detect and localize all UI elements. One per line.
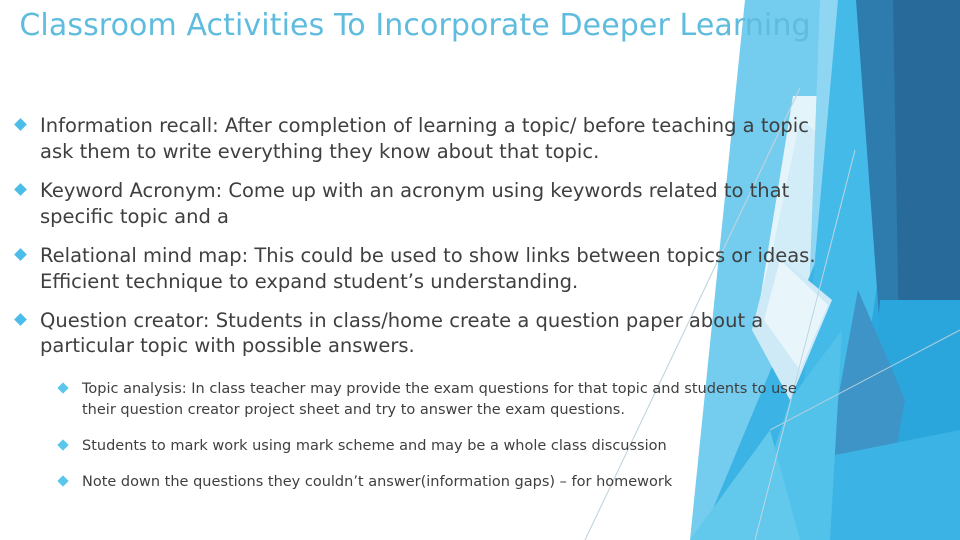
sub-bullet-item: Students to mark work using mark scheme … [56,436,834,457]
diamond-bullet-icon [57,474,69,487]
diamond-bullet-icon [14,247,27,261]
diamond-bullet-icon [57,382,69,395]
bullet-text: Question creator: Students in class/home… [40,308,764,358]
decor-shape-mid-blue-facet [862,300,960,540]
sub-bullet-item: Topic analysis: In class teacher may pro… [56,379,834,420]
decor-shape-deep-blue-triangle [856,0,960,470]
slide-body: Information recall: After completion of … [14,113,834,507]
sub-bullet-list: Topic analysis: In class teacher may pro… [14,379,834,492]
bullet-item: Relational mind map: This could be used … [14,243,834,295]
bullet-text: Keyword Acronym: Come up with an acronym… [40,178,790,228]
bullet-item: Question creator: Students in class/home… [14,308,834,360]
decor-shape-deep-blue-triangle-2 [893,0,960,400]
diamond-bullet-icon [14,118,27,131]
bullet-item: Keyword Acronym: Come up with an acronym… [14,178,834,230]
diamond-bullet-icon [14,312,27,326]
bullet-text: Relational mind map: This could be used … [40,243,816,293]
decor-shape-azure-facet [840,210,960,540]
slide-canvas: Classroom Activities To Incorporate Deep… [0,0,960,540]
sub-bullet-text: Note down the questions they couldn’t an… [82,473,673,490]
diamond-bullet-icon [14,182,27,196]
bullet-item: Information recall: After completion of … [14,113,834,165]
sub-bullet-text: Students to mark work using mark scheme … [82,437,667,454]
diamond-bullet-icon [57,439,69,451]
bullet-text: Information recall: After completion of … [40,114,809,163]
sub-bullet-item: Note down the questions they couldn’t an… [56,472,834,493]
slide-title: Classroom Activities To Incorporate Deep… [19,8,811,43]
sub-bullet-text: Topic analysis: In class teacher may pro… [82,381,797,419]
